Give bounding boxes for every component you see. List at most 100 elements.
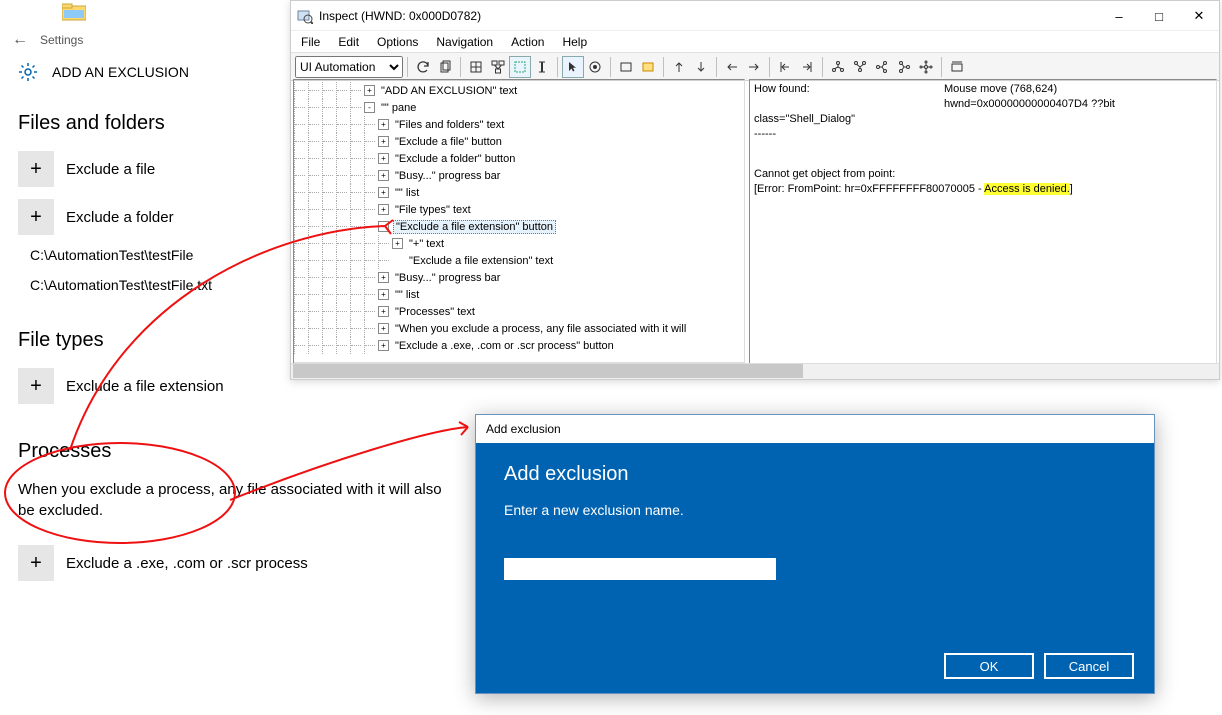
tree-row[interactable]: "Exclude a file extension" text — [294, 252, 744, 269]
h-scrollbar[interactable] — [749, 363, 1217, 379]
tree-row[interactable]: + "" list — [294, 184, 744, 201]
dialog-heading: Add exclusion — [504, 463, 1126, 486]
toolbar-copy-icon[interactable] — [434, 56, 456, 78]
tree-expander[interactable]: + — [378, 306, 389, 317]
toolbar-last-child-icon[interactable] — [796, 56, 818, 78]
tree-pane[interactable]: + "ADD AN EXCLUSION" text -"" pane+"Files … — [293, 79, 745, 379]
ok-button[interactable]: OK — [944, 653, 1034, 679]
tree-row[interactable]: +"+" text — [294, 235, 744, 252]
tree-row[interactable]: + "Exclude a folder" button — [294, 150, 744, 167]
tree-expander[interactable]: + — [378, 289, 389, 300]
tree-expander[interactable]: + — [392, 238, 403, 249]
toolbar-tree-down-icon[interactable] — [849, 56, 871, 78]
menu-action[interactable]: Action — [511, 35, 544, 49]
tree-expander[interactable]: + — [378, 323, 389, 334]
inspect-titlebar[interactable]: Inspect (HWND: 0x000D0782) – □ ✕ — [291, 1, 1219, 31]
toolbar-action-icon[interactable] — [946, 56, 968, 78]
toolbar-tree-right-icon[interactable] — [893, 56, 915, 78]
exclusion-name-input[interactable] — [504, 558, 776, 580]
toolbar-tree-up-icon[interactable] — [827, 56, 849, 78]
toolbar-rect-icon[interactable] — [615, 56, 637, 78]
tree-expander[interactable]: + — [378, 187, 389, 198]
exclude-file-button[interactable]: + — [18, 151, 54, 187]
toolbar-focus-icon[interactable] — [584, 56, 606, 78]
how-found-val2: hwnd=0x00000000000407D4 ??bit class="She… — [754, 98, 1115, 125]
exclude-process-button[interactable]: + — [18, 545, 54, 581]
tree-row[interactable]: +"" list — [294, 286, 744, 303]
maximize-button[interactable]: □ — [1139, 1, 1179, 31]
tree-label: "When you exclude a process, any file as… — [393, 323, 688, 335]
tree-row[interactable]: -"Exclude a file extension" button — [294, 218, 744, 235]
menu-navigation[interactable]: Navigation — [436, 35, 493, 49]
dialog-title: Add exclusion — [486, 422, 561, 436]
tree-label: "Busy..." progress bar — [393, 272, 502, 284]
tree-row[interactable]: + "Busy..." progress bar — [294, 269, 744, 286]
gear-icon — [18, 62, 38, 82]
tree-label: "Processes" text — [393, 306, 477, 318]
tree-row[interactable]: + "When you exclude a process, any file a… — [294, 320, 744, 337]
tree-row[interactable]: +"Busy..." progress bar — [294, 167, 744, 184]
info-dashes: ------ — [754, 127, 1212, 142]
toolbar-child-icon[interactable] — [690, 56, 712, 78]
tree-row[interactable]: +"Files and folders" text — [294, 116, 744, 133]
tree-label: "Exclude a file extension" button — [393, 220, 556, 234]
tree-expander[interactable]: + — [378, 119, 389, 130]
toolbar-cursor-icon[interactable] — [562, 56, 584, 78]
toolbar-tree-left-icon[interactable] — [871, 56, 893, 78]
tree-expander[interactable]: + — [378, 272, 389, 283]
toolbar-watch-cursor-icon[interactable] — [509, 56, 531, 78]
info-error-line2: [Error: FromPoint: hr=0xFFFFFFFF80070005… — [754, 182, 1212, 197]
toolbar-highlight-icon[interactable] — [637, 56, 659, 78]
info-error-line1: Cannot get object from point: — [754, 167, 1212, 182]
tree-row[interactable]: +"File types" text — [294, 201, 744, 218]
menu-help[interactable]: Help — [562, 35, 587, 49]
toolbar-refresh-icon[interactable] — [412, 56, 434, 78]
tree-expander[interactable]: + — [378, 340, 389, 351]
tree-label: "Exclude a folder" button — [393, 153, 517, 165]
tree-row[interactable]: +"Exclude a .exe, .com or .scr process" … — [294, 337, 744, 354]
toolbar-parent-icon[interactable] — [668, 56, 690, 78]
tree-expander[interactable]: - — [378, 221, 389, 232]
toolbar-tree-star-icon[interactable] — [915, 56, 937, 78]
tree-label: "ADD AN EXCLUSION" text — [379, 85, 519, 97]
tree-expander[interactable]: + — [378, 153, 389, 164]
dialog-titlebar[interactable]: Add exclusion — [476, 415, 1154, 443]
menu-options[interactable]: Options — [377, 35, 418, 49]
toolbar-caret-icon[interactable] — [531, 56, 553, 78]
toolbar-next-sibling-icon[interactable] — [743, 56, 765, 78]
info-pane[interactable]: How found:Mouse move (768,624) hwnd=0x00… — [749, 79, 1217, 379]
minimize-button[interactable]: – — [1099, 1, 1139, 31]
tree-expander[interactable]: + — [378, 136, 389, 147]
toolbar-nav-icon[interactable] — [465, 56, 487, 78]
exclude-extension-button[interactable]: + — [18, 368, 54, 404]
close-button[interactable]: ✕ — [1179, 1, 1219, 31]
access-denied-highlight: Access is denied. — [984, 183, 1070, 195]
toolbar-sep — [716, 57, 717, 77]
tree-row[interactable]: + "ADD AN EXCLUSION" text — [294, 82, 744, 99]
menu-edit[interactable]: Edit — [338, 35, 359, 49]
back-arrow[interactable]: ← — [0, 31, 40, 49]
toolbar-first-child-icon[interactable] — [774, 56, 796, 78]
toolbar-sep — [610, 57, 611, 77]
inspect-title: Inspect (HWND: 0x000D0782) — [319, 9, 481, 23]
toolbar-tree-icon[interactable] — [487, 56, 509, 78]
cancel-button[interactable]: Cancel — [1044, 653, 1134, 679]
inspect-menubar: File Edit Options Navigation Action Help — [291, 31, 1219, 53]
tree-expander[interactable]: + — [378, 170, 389, 181]
tree-label: "" list — [393, 187, 421, 199]
toolbar-sep — [941, 57, 942, 77]
how-found-label: How found: — [754, 82, 944, 97]
automation-mode-select[interactable]: UI Automation — [295, 56, 403, 78]
tree-row[interactable]: + "Processes" text — [294, 303, 744, 320]
toolbar-prev-sibling-icon[interactable] — [721, 56, 743, 78]
exclude-folder-button[interactable]: + — [18, 199, 54, 235]
tree-row[interactable]: -"" pane — [294, 99, 744, 116]
menu-file[interactable]: File — [301, 35, 320, 49]
tree-expander[interactable]: + — [364, 85, 375, 96]
page-title: ADD AN EXCLUSION — [52, 64, 189, 80]
toolbar-sep — [663, 57, 664, 77]
tree-expander[interactable]: - — [364, 102, 375, 113]
dialog-subtext: Enter a new exclusion name. — [504, 502, 1126, 518]
tree-expander[interactable]: + — [378, 204, 389, 215]
tree-row[interactable]: +"Exclude a file" button — [294, 133, 744, 150]
